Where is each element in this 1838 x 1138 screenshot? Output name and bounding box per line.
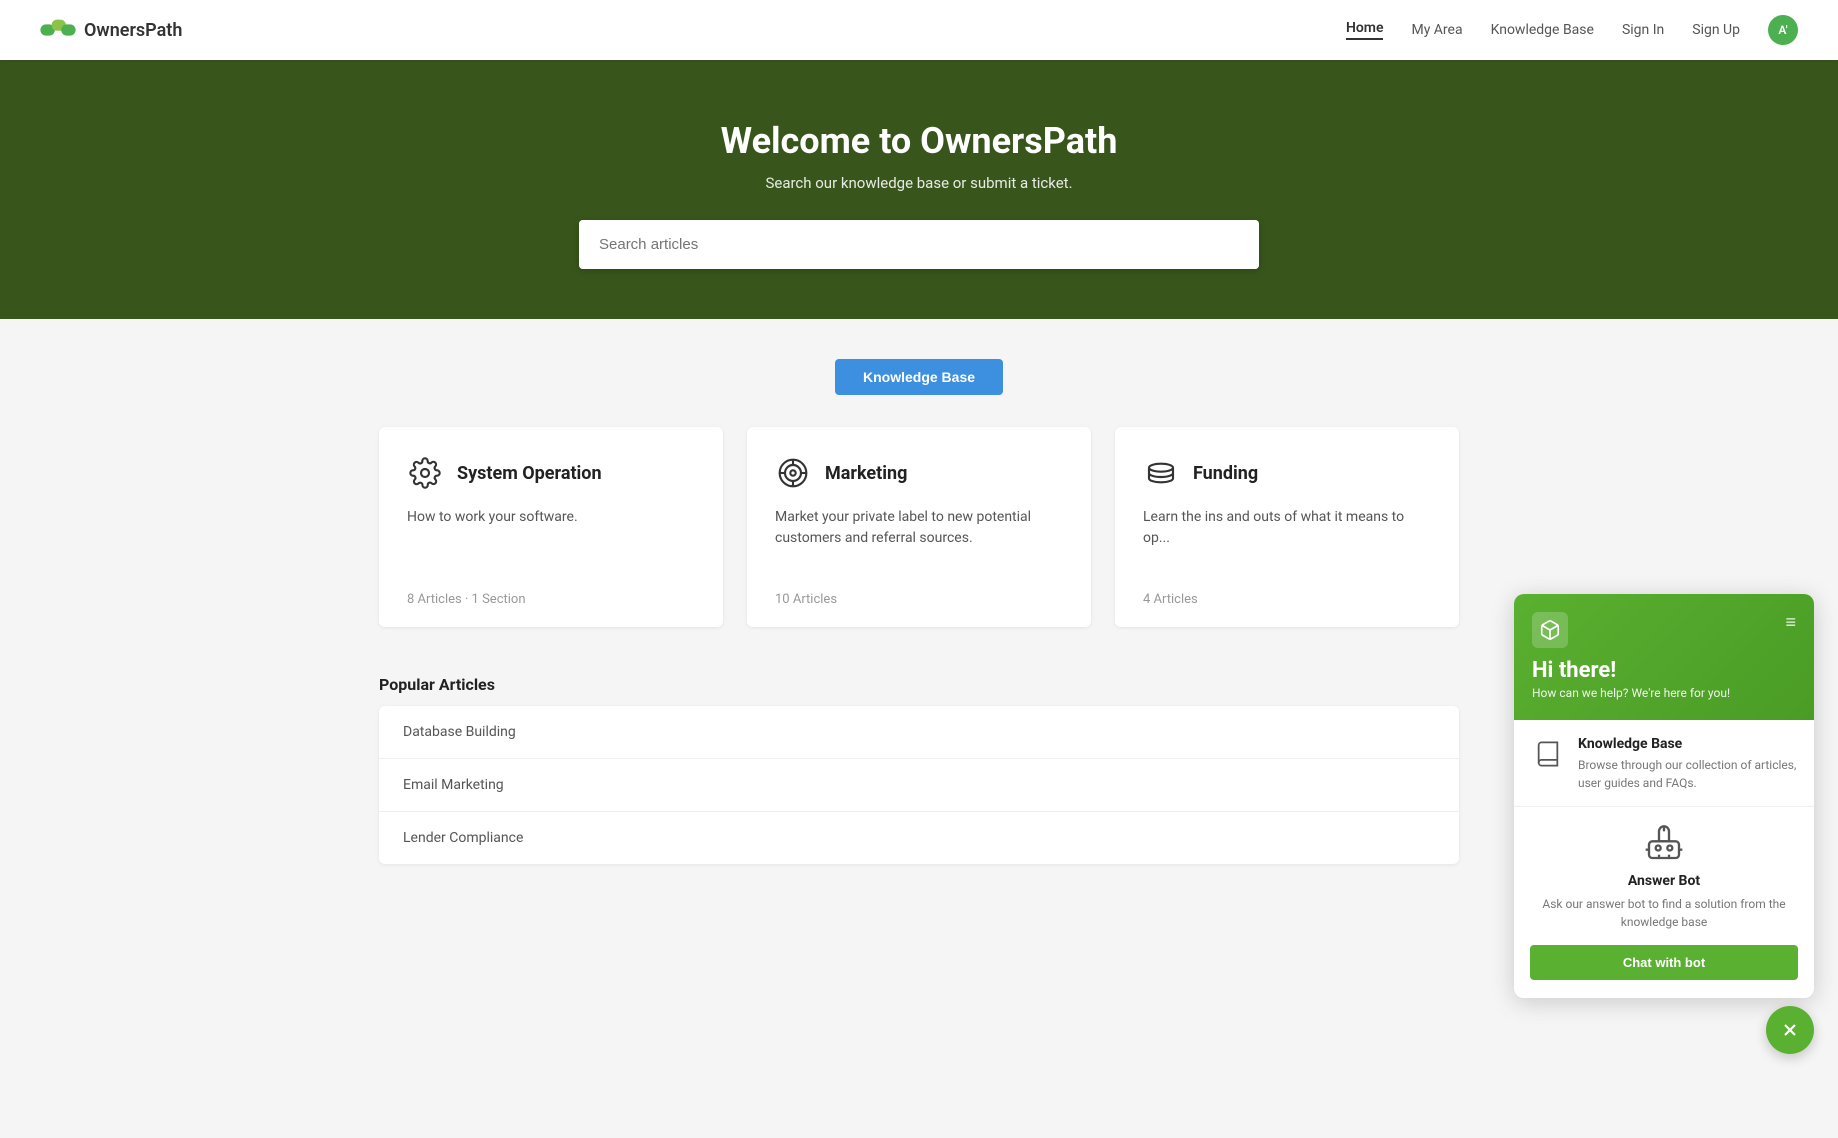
card-funding[interactable]: Funding Learn the ins and outs of what i… (1115, 427, 1459, 627)
navbar-links: Home My Area Knowledge Base Sign In Sign… (1346, 15, 1798, 45)
hero-section: Welcome to OwnersPath Search our knowled… (0, 60, 1838, 319)
chat-tagline: How can we help? We're here for you! (1532, 686, 1730, 700)
book-icon (1530, 736, 1566, 772)
card-system-operation-title: System Operation (457, 463, 602, 484)
popular-articles-title: Popular Articles (379, 675, 1459, 694)
gear-icon (407, 455, 443, 491)
nav-home[interactable]: Home (1346, 20, 1384, 40)
navbar-brand: OwnersPath (84, 20, 182, 41)
money-icon (1143, 455, 1179, 491)
search-bar (579, 220, 1259, 269)
chat-with-bot-button[interactable]: Chat with bot (1530, 945, 1798, 980)
cards-row: System Operation How to work your softwa… (379, 427, 1459, 627)
card-header: Marketing (775, 455, 1063, 491)
chat-section-inner: Knowledge Base Browse through our collec… (1530, 736, 1798, 792)
chat-bot-desc: Ask our answer bot to find a solution fr… (1530, 895, 1798, 931)
popular-item-2[interactable]: Lender Compliance (379, 812, 1459, 864)
nav-knowledge-base[interactable]: Knowledge Base (1491, 22, 1594, 38)
chat-kb-title: Knowledge Base (1578, 736, 1798, 752)
chat-header-left: Hi there! How can we help? We're here fo… (1532, 612, 1730, 700)
card-system-operation[interactable]: System Operation How to work your softwa… (379, 427, 723, 627)
robot-icon (1530, 823, 1798, 863)
chat-logo-icon (1532, 612, 1568, 648)
popular-articles-list: Database Building Email Marketing Lender… (379, 706, 1459, 864)
main-content: Knowledge Base System Operation How to w… (359, 319, 1479, 924)
card-marketing-desc: Market your private label to new potenti… (775, 507, 1063, 572)
tab-knowledge-base[interactable]: Knowledge Base (835, 359, 1003, 395)
chat-greeting: Hi there! (1532, 658, 1730, 683)
card-funding-title: Funding (1193, 463, 1258, 484)
card-marketing[interactable]: Marketing Market your private label to n… (747, 427, 1091, 627)
close-icon (1780, 1020, 1800, 1040)
nav-sign-in[interactable]: Sign In (1622, 22, 1664, 38)
hero-title: Welcome to OwnersPath (20, 120, 1818, 162)
card-marketing-title: Marketing (825, 463, 907, 484)
card-header: Funding (1143, 455, 1431, 491)
card-header: System Operation (407, 455, 695, 491)
chat-kb-text: Knowledge Base Browse through our collec… (1578, 736, 1798, 792)
card-marketing-meta: 10 Articles (775, 592, 1063, 607)
avatar[interactable]: A' (1768, 15, 1798, 45)
card-system-operation-meta: 8 Articles · 1 Section (407, 592, 695, 607)
chat-close-button[interactable] (1766, 1006, 1814, 1054)
navbar: OwnersPath Home My Area Knowledge Base S… (0, 0, 1838, 60)
chat-kb-desc: Browse through our collection of article… (1578, 756, 1798, 792)
popular-item-0[interactable]: Database Building (379, 706, 1459, 759)
chat-header: Hi there! How can we help? We're here fo… (1514, 594, 1814, 720)
hero-subtitle: Search our knowledge base or submit a ti… (20, 174, 1818, 192)
popular-item-1[interactable]: Email Marketing (379, 759, 1459, 812)
target-icon (775, 455, 811, 491)
navbar-logo[interactable]: OwnersPath (40, 18, 182, 42)
card-funding-desc: Learn the ins and outs of what it means … (1143, 507, 1431, 572)
tab-row: Knowledge Base (379, 359, 1459, 395)
chat-answer-bot-section: Answer Bot Ask our answer bot to find a … (1514, 807, 1814, 998)
chat-widget: Hi there! How can we help? We're here fo… (1514, 594, 1814, 998)
chat-knowledge-base-section[interactable]: Knowledge Base Browse through our collec… (1514, 720, 1814, 807)
nav-sign-up[interactable]: Sign Up (1692, 22, 1740, 38)
chat-bot-inner: Answer Bot Ask our answer bot to find a … (1530, 823, 1798, 980)
card-system-operation-desc: How to work your software. (407, 507, 695, 572)
search-input[interactable] (579, 220, 1259, 269)
chat-bot-title: Answer Bot (1530, 873, 1798, 889)
nav-my-area[interactable]: My Area (1411, 22, 1462, 38)
card-funding-meta: 4 Articles (1143, 592, 1431, 607)
popular-articles-section: Popular Articles Database Building Email… (379, 675, 1459, 864)
chat-menu-icon[interactable]: ≡ (1785, 612, 1796, 633)
